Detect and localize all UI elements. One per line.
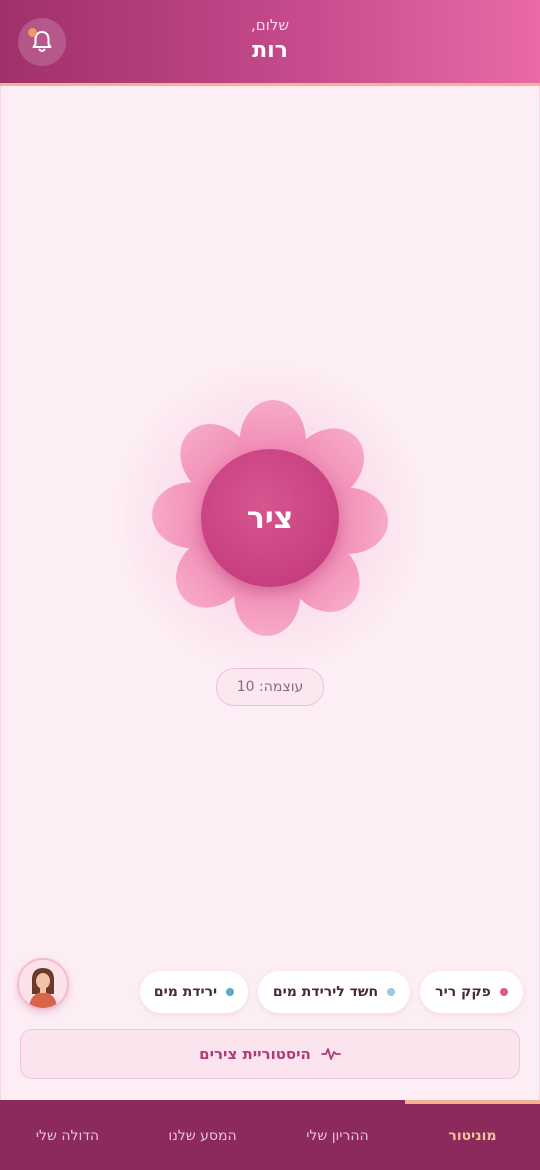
chip-water-break[interactable]: ירידת מים	[140, 971, 248, 1013]
contraction-history-button[interactable]: היסטוריית צירים	[20, 1029, 520, 1079]
status-dot	[499, 988, 508, 996]
user-name: רות	[252, 38, 288, 63]
nav-tab-monitor[interactable]: מוניטור	[405, 1128, 540, 1144]
contraction-button[interactable]: ציר	[201, 449, 339, 587]
nav-tab-my-pregnancy[interactable]: ההריון שלי	[270, 1128, 405, 1144]
chip-label: ירידת מים	[153, 984, 218, 1000]
nav-tab-our-journey[interactable]: המסע שלנו	[135, 1128, 270, 1144]
active-tab-indicator	[405, 1100, 540, 1104]
doula-avatar-icon	[19, 960, 67, 1008]
contraction-flower[interactable]: ציר	[110, 358, 430, 678]
doula-avatar[interactable]	[17, 958, 69, 1010]
status-dot	[226, 988, 235, 996]
chip-label: פקק ריר	[435, 984, 491, 1000]
chip-suspected-water-break[interactable]: חשד לירידת מים	[258, 971, 410, 1013]
nav-tab-my-doula[interactable]: הדולה שלי	[0, 1128, 135, 1144]
history-label: היסטוריית צירים	[199, 1045, 311, 1063]
chip-label: חשד לירידת מים	[272, 984, 379, 1000]
status-dot	[387, 988, 396, 996]
app-header: שלום, רות	[0, 0, 540, 86]
greeting-text: שלום,	[251, 16, 289, 34]
bottom-navigation: מוניטור ההריון שלי המסע שלנו הדולה שלי	[0, 1100, 540, 1170]
chip-mucus-plug[interactable]: פקק ריר	[420, 971, 523, 1013]
activity-pulse-icon	[320, 1048, 341, 1060]
intensity-badge: עוצמה: 10	[216, 668, 324, 706]
